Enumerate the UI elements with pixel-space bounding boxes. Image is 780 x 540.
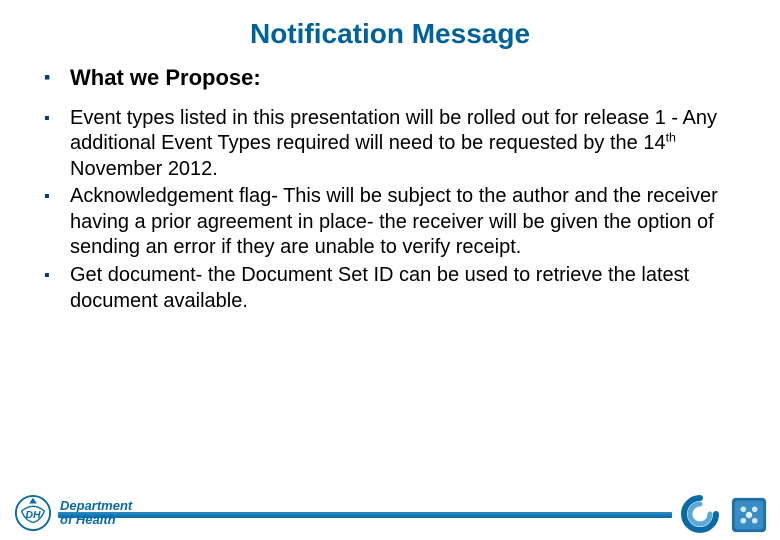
bullet-superscript: th <box>666 130 676 144</box>
bullet-text-prefix: Acknowledgement flag- This will be subje… <box>70 185 718 258</box>
q-swirl-icon <box>680 494 720 534</box>
footer-right-logo-block <box>680 494 768 534</box>
footer-bar <box>58 512 672 518</box>
dept-line2: of Health <box>60 513 132 527</box>
bullet-list: Event types listed in this presentation … <box>44 106 736 315</box>
heading-item: What we Propose: <box>44 64 736 92</box>
dept-line1: Department <box>60 499 132 513</box>
dh-initials: DH <box>25 510 41 521</box>
bullet-item: Get document- the Document Set ID can be… <box>44 263 736 314</box>
heading-text: What we Propose: <box>70 65 261 90</box>
slide-content: What we Propose: Event types listed in t… <box>0 64 780 316</box>
cd-badge-icon <box>730 496 768 534</box>
slide: Notification Message What we Propose: Ev… <box>0 0 780 540</box>
bullet-text-prefix: Get document- the Document Set ID can be… <box>70 264 689 312</box>
dh-wordmark: Department of Health <box>60 499 132 526</box>
footer-left-logo-block: DH Department of Health <box>14 494 132 532</box>
slide-title: Notification Message <box>0 18 780 50</box>
bullet-item: Event types listed in this presentation … <box>44 106 736 183</box>
bullet-text-suffix: November 2012. <box>70 158 218 180</box>
heading-list: What we Propose: <box>44 64 736 92</box>
dh-crest-icon: DH <box>14 494 52 532</box>
bullet-text-prefix: Event types listed in this presentation … <box>70 107 717 155</box>
bullet-item: Acknowledgement flag- This will be subje… <box>44 184 736 261</box>
footer: DH Department of Health <box>0 482 780 540</box>
